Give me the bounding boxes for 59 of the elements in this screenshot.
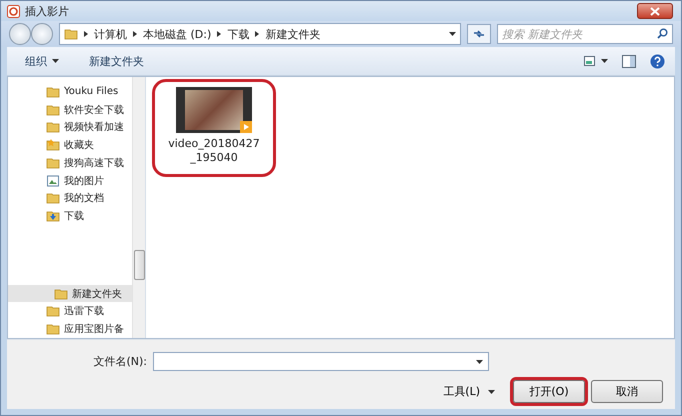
video-thumbnail[interactable] <box>176 87 252 133</box>
breadcrumb-item[interactable]: 下载 <box>227 26 250 42</box>
folder-tree-item[interactable]: 迅雷下载 <box>8 302 132 320</box>
folder-tree-item[interactable]: 搜狗高速下载 <box>8 154 132 172</box>
address-field[interactable]: 计算机 本地磁盘 (D:) 下载 新建文件夹 <box>59 23 461 45</box>
forward-button[interactable] <box>31 23 53 45</box>
folder-tree-item[interactable]: 我的图片 <box>8 172 132 190</box>
breadcrumb-item[interactable]: 本地磁盘 (D:) <box>143 26 212 42</box>
new-folder-button[interactable]: 新建文件夹 <box>85 52 148 70</box>
folder-icon <box>46 102 60 117</box>
chevron-icon <box>255 31 260 37</box>
folder-tree-item[interactable]: 收藏夹 <box>8 136 132 154</box>
file-name[interactable]: video_20180427 _195040 <box>168 137 260 165</box>
chevron-icon <box>133 31 137 37</box>
folder-icon <box>64 27 78 41</box>
folder-icon <box>46 156 60 170</box>
caret-icon <box>488 390 495 394</box>
search-field[interactable]: 搜索 新建文件夹 <box>497 24 673 44</box>
close-icon <box>650 6 660 16</box>
folder-icon <box>46 138 60 152</box>
folder-icon <box>46 322 60 336</box>
organize-menu[interactable]: 组织 <box>21 52 63 70</box>
caret-icon[interactable] <box>476 360 483 364</box>
chevron-icon <box>84 31 88 37</box>
folder-tree-item[interactable]: 应用宝图片备 <box>8 320 132 338</box>
chevron-icon <box>217 31 222 37</box>
folder-icon <box>46 209 60 224</box>
file-name-label: 文件名(N): <box>93 354 147 369</box>
breadcrumb-item[interactable]: 新建文件夹 <box>265 26 320 42</box>
view-icon[interactable] <box>584 55 608 67</box>
back-button[interactable] <box>9 23 31 45</box>
folder-tree-item[interactable]: 视频快看加速 <box>8 118 132 136</box>
open-button[interactable]: 打开(O) <box>513 380 585 403</box>
refresh-icon <box>472 28 486 40</box>
folder-tree-item[interactable]: Youku Files <box>8 83 132 101</box>
folder-tree-item[interactable]: 软件安全下载 <box>8 100 132 119</box>
preview-pane-icon[interactable] <box>622 54 636 68</box>
folder-tree-item[interactable]: 我的文档 <box>8 190 132 208</box>
scrollbar[interactable] <box>132 77 145 338</box>
help-icon[interactable] <box>650 54 665 68</box>
folder-icon <box>46 120 60 134</box>
tools-menu[interactable]: 工具(L) <box>437 383 501 400</box>
folder-tree-item[interactable]: 下载 <box>8 207 132 226</box>
window-title: 插入影片 <box>25 4 70 18</box>
app-icon <box>7 4 20 18</box>
picture-icon <box>46 174 60 188</box>
folder-icon <box>46 191 60 206</box>
file-name-field[interactable] <box>153 352 489 371</box>
caret-icon[interactable] <box>449 32 456 36</box>
folder-icon <box>54 286 68 301</box>
folder-icon <box>46 304 60 318</box>
cancel-button[interactable]: 取消 <box>591 380 663 403</box>
caret-icon <box>52 59 59 63</box>
close-button[interactable] <box>637 3 673 19</box>
breadcrumb-item[interactable]: 计算机 <box>94 26 127 42</box>
refresh-button[interactable] <box>467 24 491 44</box>
folder-tree-item[interactable]: 新建文件夹 <box>8 284 132 302</box>
folder-icon <box>46 84 60 99</box>
search-icon <box>657 28 668 39</box>
